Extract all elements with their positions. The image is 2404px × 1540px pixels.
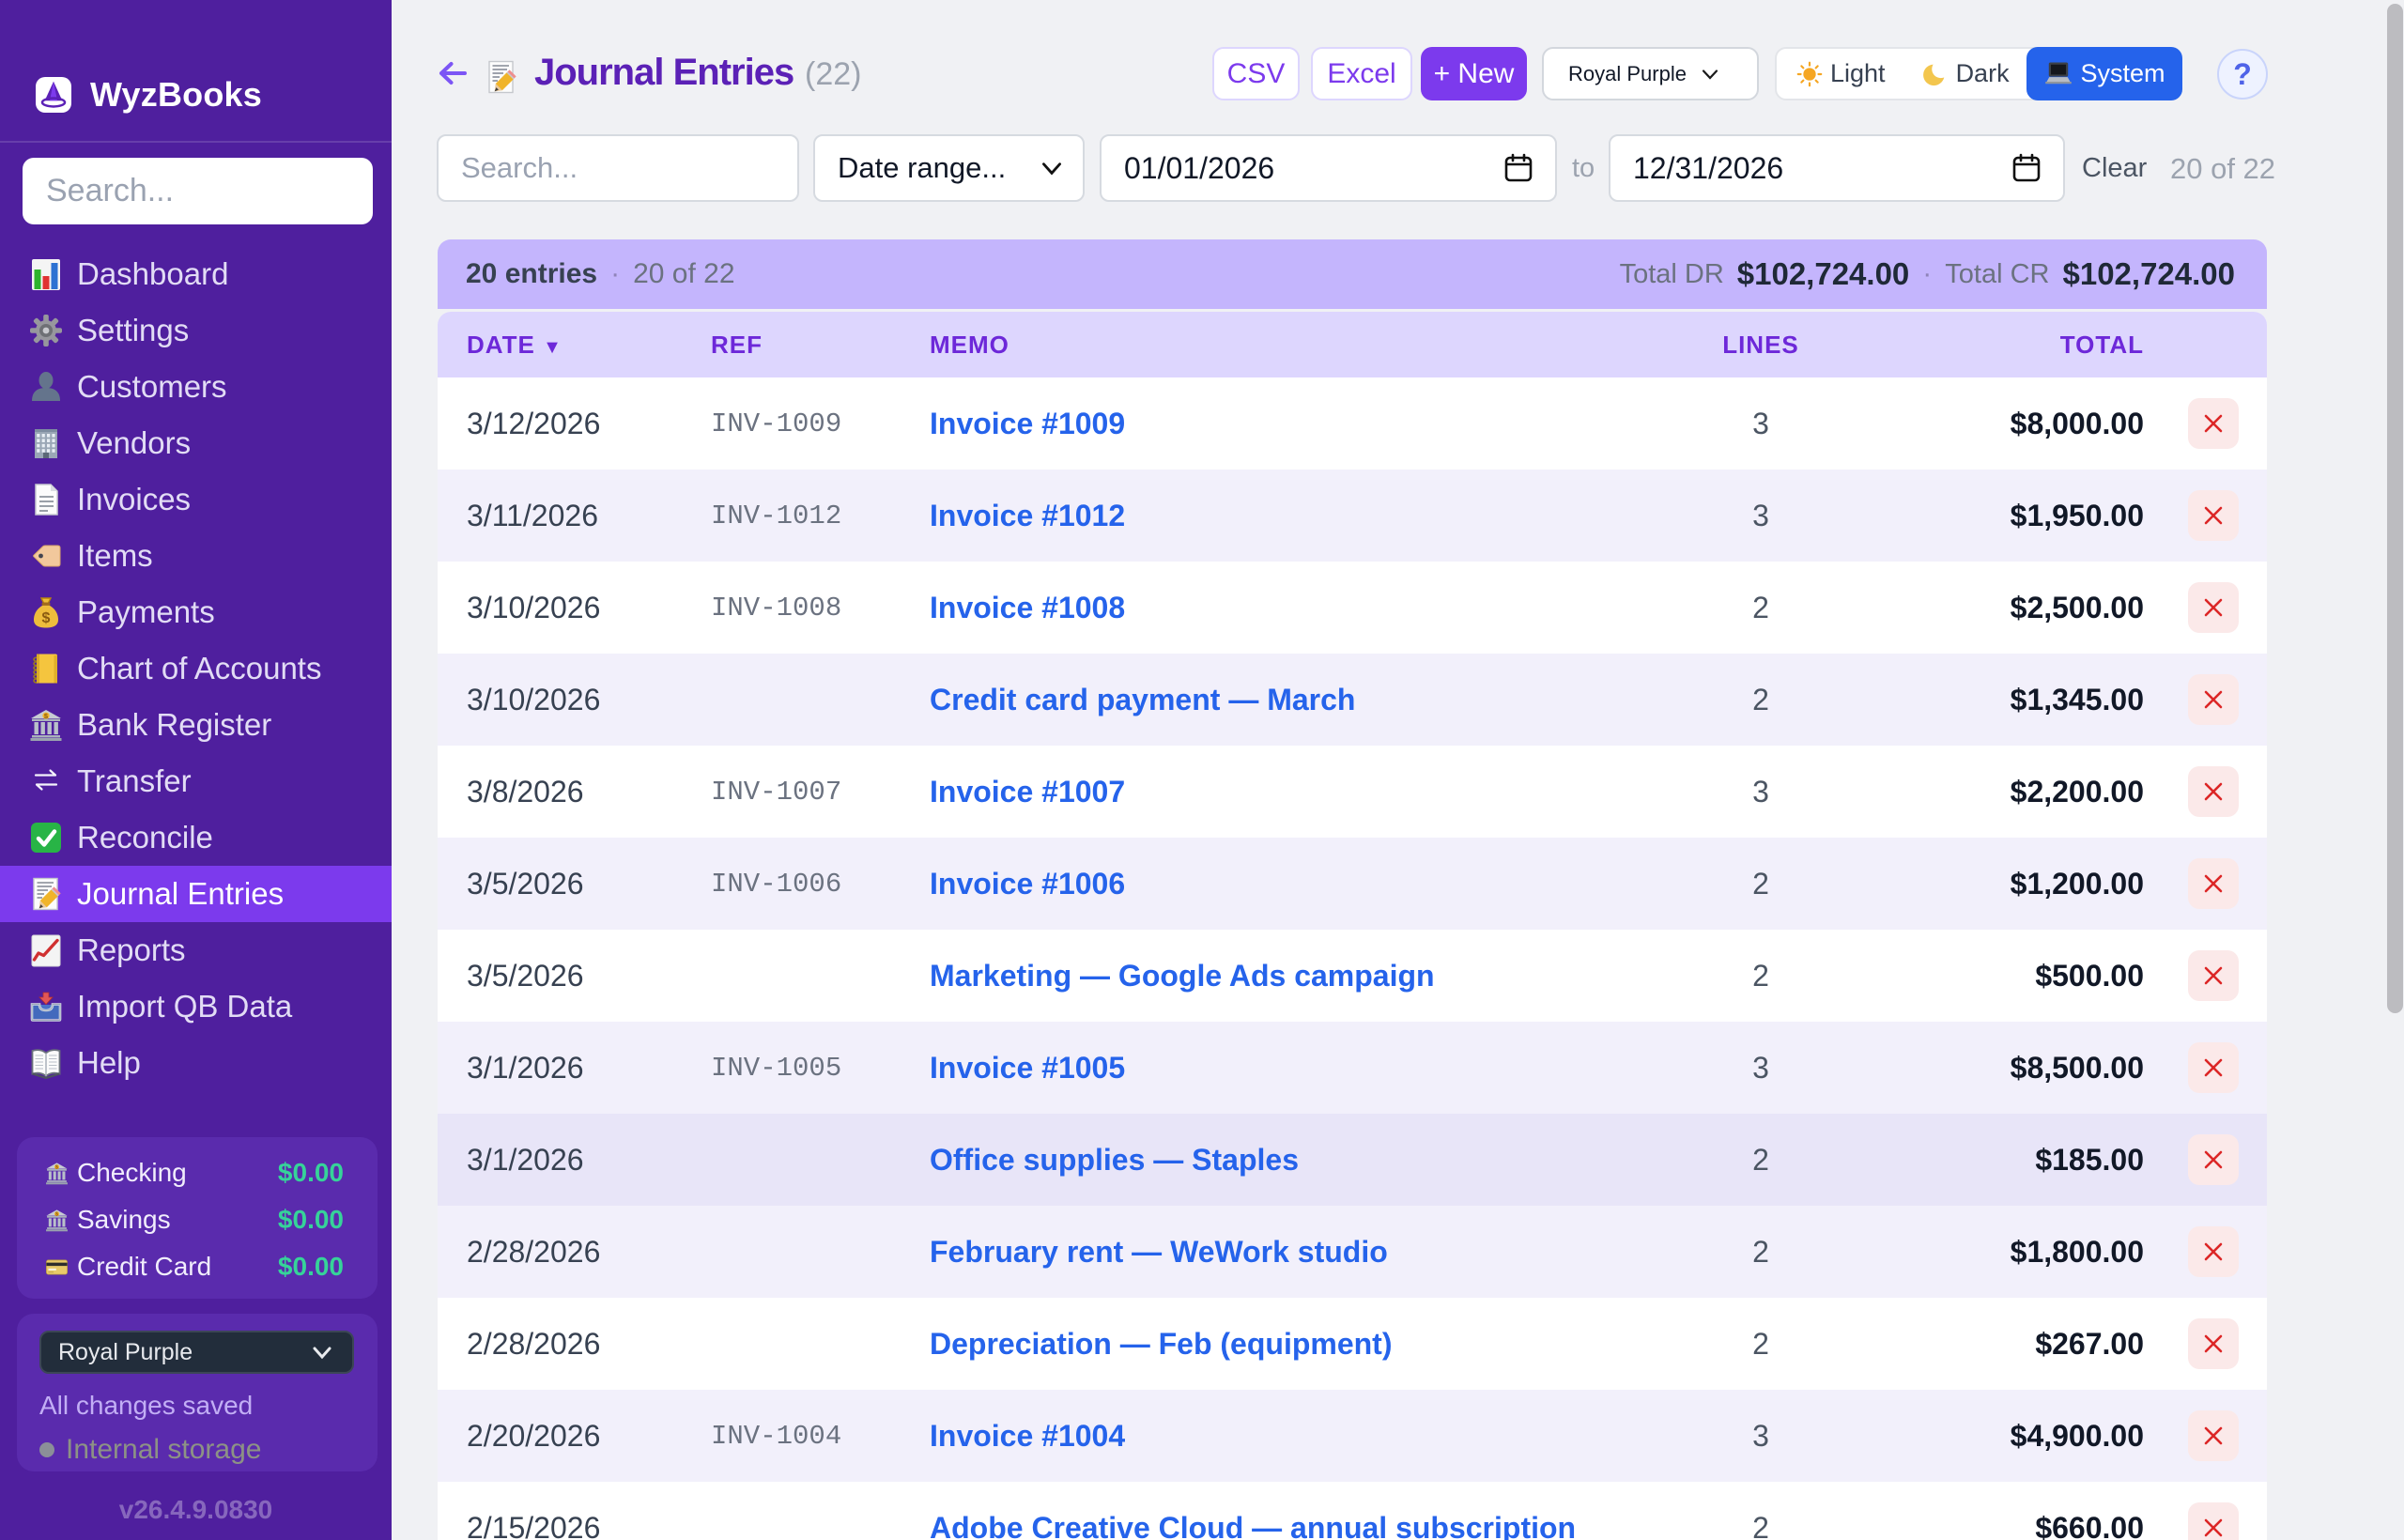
svg-text:$: $ — [42, 610, 51, 626]
